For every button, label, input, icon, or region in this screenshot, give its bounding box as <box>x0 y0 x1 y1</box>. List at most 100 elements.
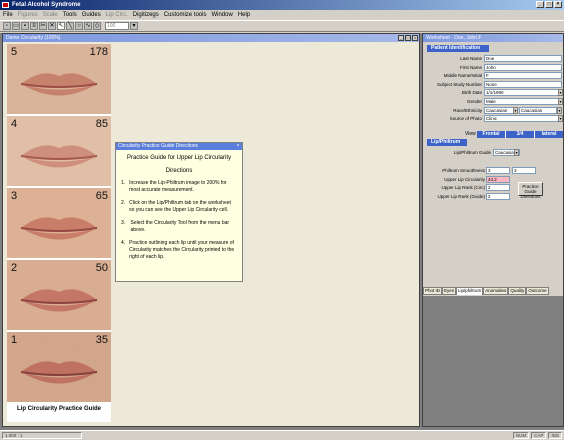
direction-step: 3. Select the Circularity Tool from the m… <box>121 220 236 234</box>
lip-guide-label: Lip/Philtrum Guide <box>453 150 491 155</box>
save-icon[interactable]: ▪ <box>21 22 29 30</box>
step-number: 1. <box>121 180 126 186</box>
practice-guide-directions-button[interactable]: Practice Guide Directions <box>518 182 543 199</box>
menu-item[interactable]: Window <box>211 10 232 20</box>
chevron-down-icon[interactable]: ▾ <box>513 106 518 114</box>
lip-circularity-score: 65 <box>95 190 108 202</box>
image-maximize-button[interactable]: □ <box>405 35 411 41</box>
worksheet-tab[interactable]: Eyes <box>442 287 457 295</box>
field-input-secondary[interactable]: Caucasian <box>519 106 557 114</box>
line-tool-icon[interactable]: ╲ <box>66 22 74 30</box>
field-input[interactable]: 1/1/1990 <box>484 89 562 97</box>
print-icon[interactable]: ≡ <box>30 22 38 30</box>
lip-rank: 4 <box>11 118 18 130</box>
field-row: Birth Date 1/1/1990 ▾ <box>423 89 563 97</box>
curve-tool-icon[interactable]: ∿ <box>84 22 92 30</box>
image-window-title: Demo Circularity (100%) <box>6 35 61 41</box>
field-row: Race/Ethnicity Caucasian ▾ Caucasian ▾ <box>423 106 563 114</box>
patient-identification-header: Patient Identification <box>427 45 489 52</box>
field-row: Gender Male ▾ <box>423 98 563 105</box>
app-icon <box>2 2 9 8</box>
minimize-button[interactable]: _ <box>536 1 544 8</box>
step-text: Increase the Lip-Philtrum image to 200% … <box>129 180 227 193</box>
menu-item[interactable]: Lip Circ. <box>106 10 128 20</box>
measure-label: Philtrum Smoothness <box>442 168 485 173</box>
field-input[interactable]: None <box>484 80 562 88</box>
lip-rank: 1 <box>11 334 18 346</box>
menu-item[interactable]: Figures <box>18 10 38 20</box>
menu-item[interactable]: Customize tools <box>164 10 207 20</box>
direction-step: 2. Click on the Lip/Philtrum tab on the w… <box>121 200 236 214</box>
field-label: Race/Ethnicity <box>453 107 482 113</box>
worksheet-tab[interactable]: Lip/philtrum <box>456 287 484 295</box>
polygon-tool-icon[interactable]: ◇ <box>93 22 101 30</box>
lip-guide-row: Lip/Philtrum Guide Caucasian ▾ <box>423 149 563 156</box>
measure-input-secondary[interactable]: 3 <box>512 167 536 174</box>
worksheet-title: Worksheet - Doe, John F <box>426 35 482 41</box>
menu-item[interactable]: Help <box>238 10 250 20</box>
measure-input[interactable]: 2 <box>486 184 510 192</box>
chevron-down-icon[interactable]: ▾ <box>558 115 563 123</box>
circle-tool-icon[interactable]: ○ <box>75 22 83 30</box>
lip-photo: 4 85 <box>7 116 111 186</box>
image-minimize-button[interactable]: _ <box>398 35 404 41</box>
menu-item[interactable]: Tools <box>63 10 77 20</box>
field-row: Last Name Doe <box>423 55 563 62</box>
measure-label: Upper Lip Rank (Guide) <box>437 193 485 199</box>
worksheet-window: Worksheet - Doe, John F Patient Identifi… <box>422 33 564 427</box>
chevron-down-icon[interactable]: ▾ <box>558 89 563 97</box>
field-input[interactable]: Clinic <box>484 115 562 123</box>
lip-photo: 1 35 <box>7 332 111 402</box>
image-close-button[interactable]: × <box>412 35 418 41</box>
lip-circularity-score: 178 <box>89 46 108 58</box>
image-window-titlebar[interactable]: Demo Circularity (100%) _ □ × <box>3 34 419 42</box>
menu-item[interactable]: File <box>3 10 13 20</box>
field-input[interactable]: Male <box>484 98 562 105</box>
pointer-tool-icon[interactable]: ↖ <box>57 22 65 30</box>
measure-input[interactable]: 3 <box>486 167 510 174</box>
field-input[interactable]: John <box>484 63 562 71</box>
measure-input[interactable]: 44.2 <box>486 175 510 183</box>
field-input[interactable]: Doe <box>484 55 562 62</box>
new-file-icon[interactable]: ▫ <box>3 22 11 30</box>
zoom-input[interactable]: 100 <box>105 22 129 30</box>
view-tab[interactable]: 3/4 <box>506 131 535 138</box>
step-number: 2. <box>121 200 126 206</box>
menu-item[interactable]: Scale <box>43 10 58 20</box>
status-num: NUM <box>512 432 530 439</box>
field-label: Gender <box>466 99 482 104</box>
measure-label: Upper Lip Circularity <box>444 176 485 182</box>
chevron-down-icon[interactable]: ▾ <box>557 106 562 114</box>
measure-row: Philtrum Smoothness 3 3 <box>423 167 563 174</box>
open-file-icon[interactable]: ▭ <box>12 22 20 30</box>
zoom-dropdown-icon[interactable]: ▾ <box>130 22 138 30</box>
field-input[interactable]: F <box>484 72 562 80</box>
chevron-down-icon[interactable]: ▾ <box>514 149 519 156</box>
worksheet-empty-area <box>423 296 563 426</box>
lip-rank: 5 <box>11 46 18 58</box>
close-image-icon[interactable]: ✕ <box>48 22 56 30</box>
status-ins: INS <box>548 432 562 439</box>
lip-photo: 2 50 <box>7 260 111 330</box>
directions-title: Circularity Practice Guide Directions <box>118 143 199 149</box>
menu-item[interactable]: Digitizegs <box>133 10 159 20</box>
directions-titlebar[interactable]: Circularity Practice Guide Directions × <box>116 143 242 150</box>
menu-item[interactable]: Guides <box>82 10 101 20</box>
directions-close-icon[interactable]: × <box>235 143 241 149</box>
view-tab[interactable]: lateral <box>535 131 563 138</box>
view-tabs: Frontal 3/4 lateral <box>477 131 563 138</box>
cut-icon[interactable]: ✂ <box>39 22 47 30</box>
view-tab[interactable]: Frontal <box>477 131 506 138</box>
worksheet-tab[interactable]: Outcome <box>526 287 549 295</box>
worksheet-titlebar[interactable]: Worksheet - Doe, John F <box>423 34 563 42</box>
maximize-button[interactable]: □ <box>545 1 553 8</box>
chevron-down-icon[interactable]: ▾ <box>558 98 563 105</box>
worksheet-tab[interactable]: Quality <box>508 287 527 295</box>
worksheet-tab[interactable]: Anomalies <box>483 287 509 295</box>
lip-circularity-score: 85 <box>95 118 108 130</box>
toolbar: ▫ ▭ ▪ ≡ ✂ ✕ ↖ ╲ ○ ∿ ◇ 100 ▾ <box>0 20 564 32</box>
worksheet-tab[interactable]: Phot ID <box>423 287 443 295</box>
measure-input[interactable]: 2 <box>486 192 510 200</box>
close-button[interactable]: × <box>554 1 562 8</box>
app-title: Fetal Alcohol Syndrome <box>12 2 81 8</box>
